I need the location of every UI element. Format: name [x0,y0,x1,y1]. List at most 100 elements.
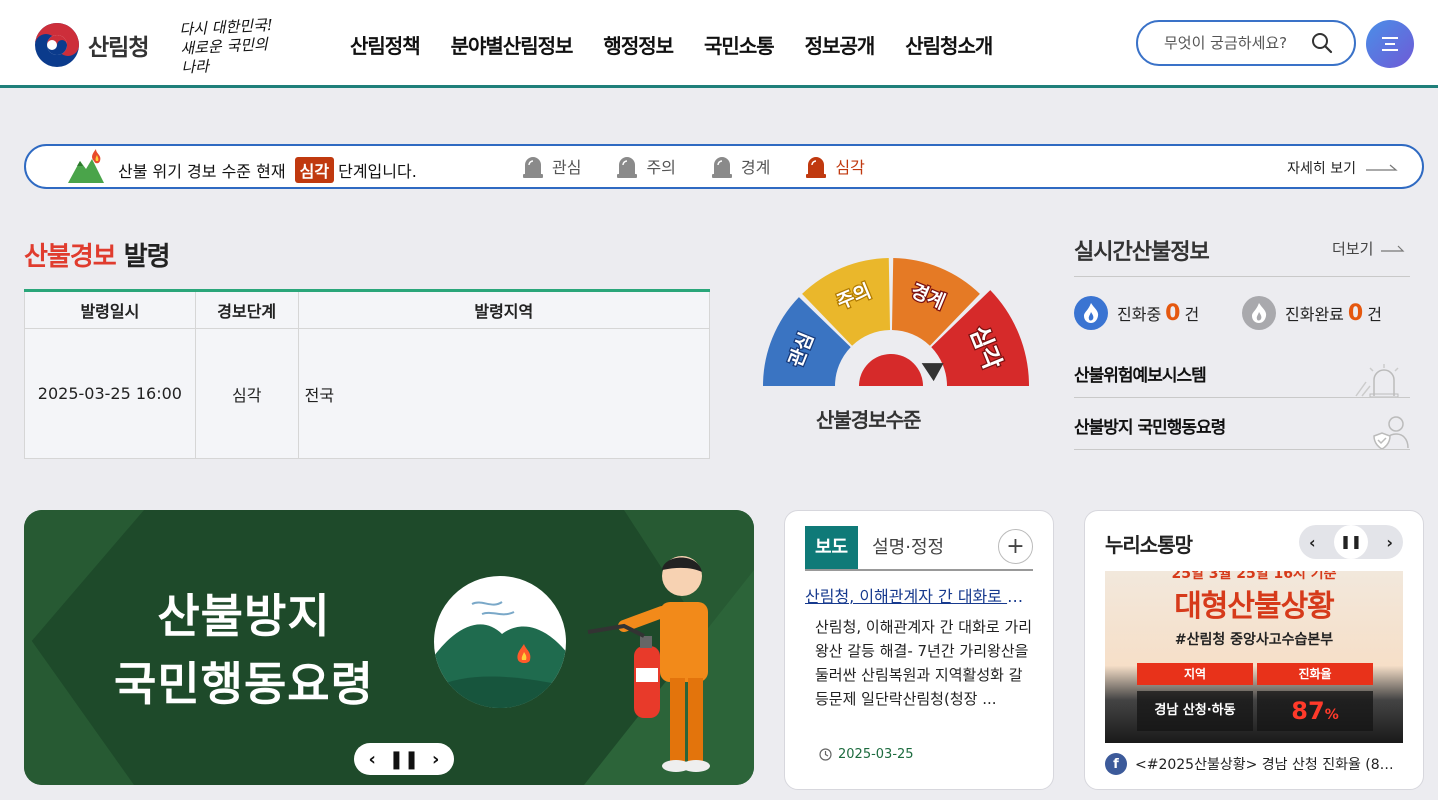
alert-message: 산불 위기 경보 수준 현재 심각 단계입니다. [118,157,417,183]
banner-title-line: 산불방지 [157,589,331,643]
taegeuk-logo-icon [35,23,79,67]
search-icon[interactable] [1310,31,1334,55]
column-header: 발령일시 [24,290,196,329]
banner-controls: ‹ ❚❚ › [354,743,454,775]
title-highlight: 산불경보 [24,242,117,272]
alert-level-badge: 심각 [294,157,335,183]
chevron-right-icon[interactable]: › [1386,533,1393,552]
siren-outline-icon [1355,364,1399,398]
nav-about[interactable]: 산림청소개 [905,30,993,59]
main-nav: 산림정책 분야별산림정보 행정정보 국민소통 정보공개 산림청소개 [350,30,993,59]
long-arrow-right-icon [1366,164,1398,171]
stage-label: 심각 [835,158,865,177]
table-row: 2025-03-25 16:00 심각 전국 [24,328,711,459]
mountain-fire-illustration-icon [434,576,566,708]
pause-icon[interactable]: ❚❚ [389,749,419,770]
stat-unit: 건 [1184,305,1200,324]
warning-section-title: 산불경보 발령 [24,236,171,273]
image-rate-value: 87 [1291,697,1325,725]
chevron-left-icon[interactable]: ‹ [1309,533,1316,552]
alert-more-link[interactable]: 자세히 보기 [1287,158,1398,178]
siren-icon [806,157,827,178]
chevron-right-icon[interactable]: › [432,749,439,770]
stage-caution[interactable]: 주의 [616,154,676,178]
siren-icon [711,157,732,178]
image-rate-unit: % [1324,707,1339,723]
image-rate: 87% [1257,691,1373,731]
date-text: 2025-03-25 [838,747,914,762]
flame-icon [1242,296,1276,330]
social-media-card: 누리소통망 ‹ ❚❚ › 25일 3월 25일 16시 기준 대형산불상황 #산… [1084,510,1424,790]
social-post-image[interactable]: 25일 3월 25일 16시 기준 대형산불상황 #산림청 중앙사고수습본부 지… [1105,571,1403,743]
person-shield-icon [1373,416,1409,450]
alert-prefix: 산불 위기 경보 수준 현재 [118,162,286,181]
search-input[interactable] [1164,34,1304,52]
stat-count: 0 [1165,300,1181,326]
press-card: 보도 설명·정정 + 산림청, 이해관계자 간 대화로 가리왕산 갈등 해결 산… [784,510,1054,790]
flame-icon [1074,296,1108,330]
warning-table: 발령일시 경보단계 발령지역 2025-03-25 16:00 심각 전국 [24,289,711,459]
gauge-needle [921,363,944,382]
fire-in-progress-stat: 진화중 0 건 [1074,296,1199,330]
long-arrow-right-icon [1381,245,1405,252]
divider [1074,276,1410,277]
clock-icon [819,748,832,761]
mountain-fire-icon [68,149,104,183]
stage-interest[interactable]: 관심 [522,154,581,178]
social-controls: ‹ ❚❚ › [1299,525,1403,559]
siren-icon [523,157,543,178]
table-header-row: 발령일시 경보단계 발령지역 [24,290,711,329]
title-rest: 발령 [115,242,171,272]
cell-datetime: 2025-03-25 16:00 [24,328,196,459]
fire-completed-stat: 진화완료 0 건 [1242,296,1382,330]
stage-label: 관심 [552,158,582,177]
site-logo[interactable]: 산림청 [34,22,149,68]
stage-label: 경계 [740,158,771,177]
banner-title: 산불방지 국민행동요령 [24,582,464,718]
nav-disclosure[interactable]: 정보공개 [805,30,876,59]
nav-admin-info[interactable]: 행정정보 [603,30,674,59]
nav-forest-policy[interactable]: 산림정책 [350,30,421,59]
image-region: 경남 산청·하동 [1137,691,1253,731]
firefighter-illustration-icon [587,556,710,772]
press-summary[interactable]: 산림청, 이해관계자 간 대화로 가리왕산 갈등 해결- 7년간 가리왕산을 둘… [815,615,1035,711]
stage-alert[interactable]: 경계 [711,154,770,178]
slogan-logo: 다시 대한민국! 새로운 국민의 나라 [179,15,285,77]
main-banner[interactable]: 산불방지 국민행동요령 ‹ ❚❚ › [24,510,754,785]
press-date: 2025-03-25 [819,747,914,762]
stat-unit: 건 [1367,305,1382,324]
banner-title-line: 국민행동요령 [114,657,374,711]
forecast-system-link[interactable]: 산불위험예보시스템 [1074,361,1207,386]
tab-explanation[interactable]: 설명·정정 [858,526,958,569]
stat-count: 0 [1347,300,1364,326]
nav-communication[interactable]: 국민소통 [704,30,775,59]
divider [1074,449,1410,450]
alert-suffix: 단계입니다. [338,162,417,181]
chevron-left-icon[interactable]: ‹ [368,749,375,770]
stage-label: 주의 [646,158,676,177]
stat-label: 진화완료 [1285,305,1344,324]
image-col-header: 진화율 [1257,663,1373,685]
search-box [1136,20,1356,66]
action-guide-link[interactable]: 산불방지 국민행동요령 [1074,413,1226,438]
more-label: 더보기 [1332,240,1374,258]
stat-label: 진화중 [1117,305,1162,324]
gauge-hub [859,354,923,386]
tab-press[interactable]: 보도 [805,526,859,569]
press-headline-link[interactable]: 산림청, 이해관계자 간 대화로 가리왕산 갈등 해결 [805,583,1033,607]
alert-stages: 관심 주의 경계 심각 [522,154,900,178]
image-headline: 대형산불상황 [1174,589,1335,624]
image-col-header: 지역 [1137,663,1253,685]
nav-field-info[interactable]: 분야별산림정보 [451,30,574,59]
column-header: 발령지역 [297,290,711,329]
cell-region: 전국 [297,328,711,459]
social-post-caption[interactable]: f <#2025산불상황> 경남 산청 진화율 (87… [1105,753,1401,775]
pause-icon[interactable]: ❚❚ [1334,525,1368,559]
hamburger-icon [1382,37,1398,51]
column-header: 경보단계 [194,290,299,329]
press-more-button[interactable]: + [998,529,1033,564]
stage-severe[interactable]: 심각 [805,154,865,178]
realtime-more-link[interactable]: 더보기 [1332,238,1405,259]
cell-stage: 심각 [194,328,299,459]
menu-button[interactable] [1366,20,1414,68]
